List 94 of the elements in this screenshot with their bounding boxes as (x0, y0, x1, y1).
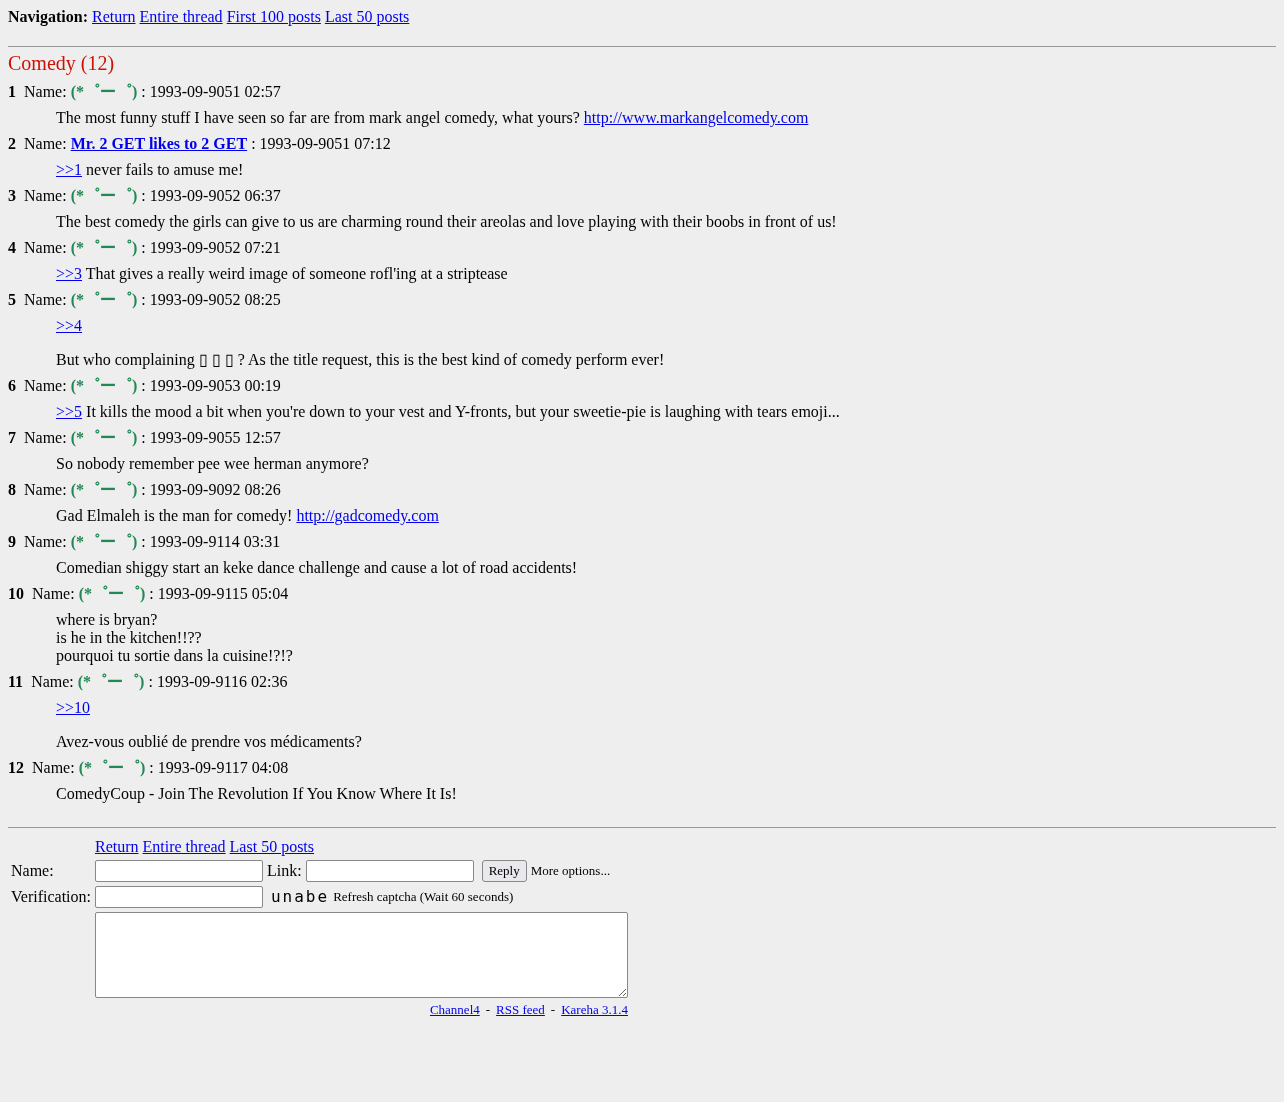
post-date: : 1993-09-9114 03:31 (141, 533, 281, 551)
poster-name: (*゜ー゜) (78, 585, 146, 603)
more-options-link[interactable]: More options... (530, 862, 611, 880)
post-number: 3 (8, 187, 16, 205)
name-label: Name: (24, 533, 67, 551)
captcha-image: unabe (270, 888, 330, 906)
post-date: : 1993-09-9051 02:57 (141, 83, 281, 101)
post-date: : 1993-09-9053 00:19 (141, 377, 281, 395)
post-number: 9 (8, 533, 16, 551)
post-text: ComedyCoup - Join The Revolution If You Know Where It Is! (56, 785, 458, 803)
name-label: Name: (24, 429, 67, 447)
url-link[interactable]: http://www.markangelcomedy.com (583, 109, 809, 126)
post-text: >>5 It kills the mood a bit when you're down to your vest and Y-fronts, but your sweetie-pie is laughing with tears emoji... (56, 403, 841, 421)
thread-title: Comedy (12) (8, 51, 116, 75)
post-number: 11 (8, 673, 24, 691)
post-date: : 1993-09-9052 06:37 (141, 187, 281, 205)
navigation-link[interactable]: First 100 posts (226, 8, 321, 26)
poster-name: (*゜ー゜) (77, 673, 145, 691)
post-number: 1 (8, 83, 16, 101)
quote-link[interactable]: >>5 (56, 403, 83, 420)
poster-name: (*゜ー゜) (70, 187, 138, 205)
footer-link[interactable]: RSS feed (496, 1002, 545, 1017)
poster-name: (*゜ー゜) (70, 239, 138, 257)
name-label: Name: (24, 481, 67, 499)
reply-button[interactable]: Reply (481, 860, 527, 882)
post-number: 7 (8, 429, 16, 447)
name-label: Name: (32, 585, 75, 603)
post-date: : 1993-09-9115 05:04 (149, 585, 289, 603)
post-text: So nobody remember pee wee herman anymore? (56, 455, 370, 473)
link-field[interactable] (305, 860, 474, 882)
quote-link[interactable]: >>10 (56, 699, 91, 716)
poster-name: (*゜ー゜) (70, 429, 138, 447)
post-date: : 1993-09-9055 12:57 (141, 429, 281, 447)
name-label: Name: (31, 673, 74, 691)
url-link[interactable]: http://gadcomedy.com (296, 507, 439, 524)
post-text: Gad Elmaleh is the man for comedy! http://gadcomedy.com (56, 507, 440, 525)
post-date: : 1993-09-9116 02:36 (148, 673, 288, 691)
post-date: : 1993-09-9052 07:21 (141, 239, 281, 257)
poster-name-link[interactable]: Mr. 2 GET likes to 2 GET (70, 135, 248, 153)
post-text: But who complaining ▯ ▯ ▯ ? As the title request, this is the best kind of comedy perform ever! (56, 351, 666, 369)
navigation-link[interactable]: Last 50 posts (229, 838, 315, 856)
post-date: : 1993-09-9052 08:25 (141, 291, 281, 309)
poster-name: (*゜ー゜) (70, 83, 138, 101)
navigation-link[interactable]: Entire thread (142, 838, 226, 856)
name-label: Name: (24, 135, 67, 153)
message-field[interactable] (94, 912, 628, 998)
footer-separator: - (550, 1002, 556, 1017)
navigation-link[interactable]: Last 50 posts (324, 8, 410, 26)
post-number: 4 (8, 239, 16, 257)
post-number: 12 (8, 759, 24, 777)
name-label: Name: (24, 83, 67, 101)
post-text: The best comedy the girls can give to us are charming round their areolas and love playing with their boobs in front of us! (56, 213, 838, 231)
name-label: Name: (11, 862, 55, 880)
post-number: 2 (8, 135, 16, 153)
post-date: : 1993-09-9092 08:26 (141, 481, 281, 499)
quote-link[interactable]: >>3 (56, 265, 83, 282)
name-label: Name: (24, 239, 67, 257)
post-text: is he in the kitchen!!?? (56, 629, 203, 647)
post-text: >>3 That gives a really weird image of someone rofl'ing at a striptease (56, 265, 509, 283)
post-date: : 1993-09-9117 04:08 (149, 759, 289, 777)
footer-separator: - (485, 1002, 491, 1017)
footer-link[interactable]: Channel4 (429, 1002, 480, 1017)
refresh-captcha-link[interactable]: Refresh captcha (Wait 60 seconds) (333, 888, 514, 906)
navigation-label: Navigation: (8, 8, 88, 26)
navigation-link[interactable]: Entire thread (139, 8, 223, 26)
post-number: 8 (8, 481, 16, 499)
post-number: 5 (8, 291, 16, 309)
navigation-link[interactable]: Return (92, 8, 136, 26)
poster-name: (*゜ー゜) (70, 377, 138, 395)
link-label: Link: (266, 862, 302, 880)
name-label: Name: (24, 187, 67, 205)
post-text: The most funny stuff I have seen so far are from mark angel comedy, what yours? http://www.markangelcomedy.com (56, 109, 810, 127)
poster-name: (*゜ー゜) (70, 481, 138, 499)
quote-link[interactable]: >>4 (56, 317, 83, 334)
verification-field[interactable] (94, 886, 263, 908)
name-field[interactable] (94, 860, 263, 882)
post-number: 6 (8, 377, 16, 395)
post-text: Avez-vous oublié de prendre vos médicaments? (56, 733, 363, 751)
footer-link[interactable]: Kareha 3.1.4 (561, 1002, 628, 1017)
post-date: : 1993-09-9051 07:12 (251, 135, 391, 153)
post-text: Comedian shiggy start an keke dance challenge and cause a lot of road accidents! (56, 559, 579, 577)
post-number: 10 (8, 585, 24, 603)
navigation-link[interactable]: Return (94, 838, 139, 856)
post-text: where is bryan? (56, 611, 159, 629)
post-text: pourquoi tu sortie dans la cuisine!?!? (56, 647, 294, 665)
post-text: >>1 never fails to amuse me! (56, 161, 245, 179)
name-label: Name: (24, 291, 67, 309)
verification-label: Verification: (11, 888, 91, 906)
poster-name: (*゜ー゜) (70, 533, 138, 551)
name-label: Name: (32, 759, 75, 777)
quote-link[interactable]: >>1 (56, 161, 83, 178)
name-label: Name: (24, 377, 67, 395)
poster-name: (*゜ー゜) (70, 291, 138, 309)
poster-name: (*゜ー゜) (78, 759, 146, 777)
